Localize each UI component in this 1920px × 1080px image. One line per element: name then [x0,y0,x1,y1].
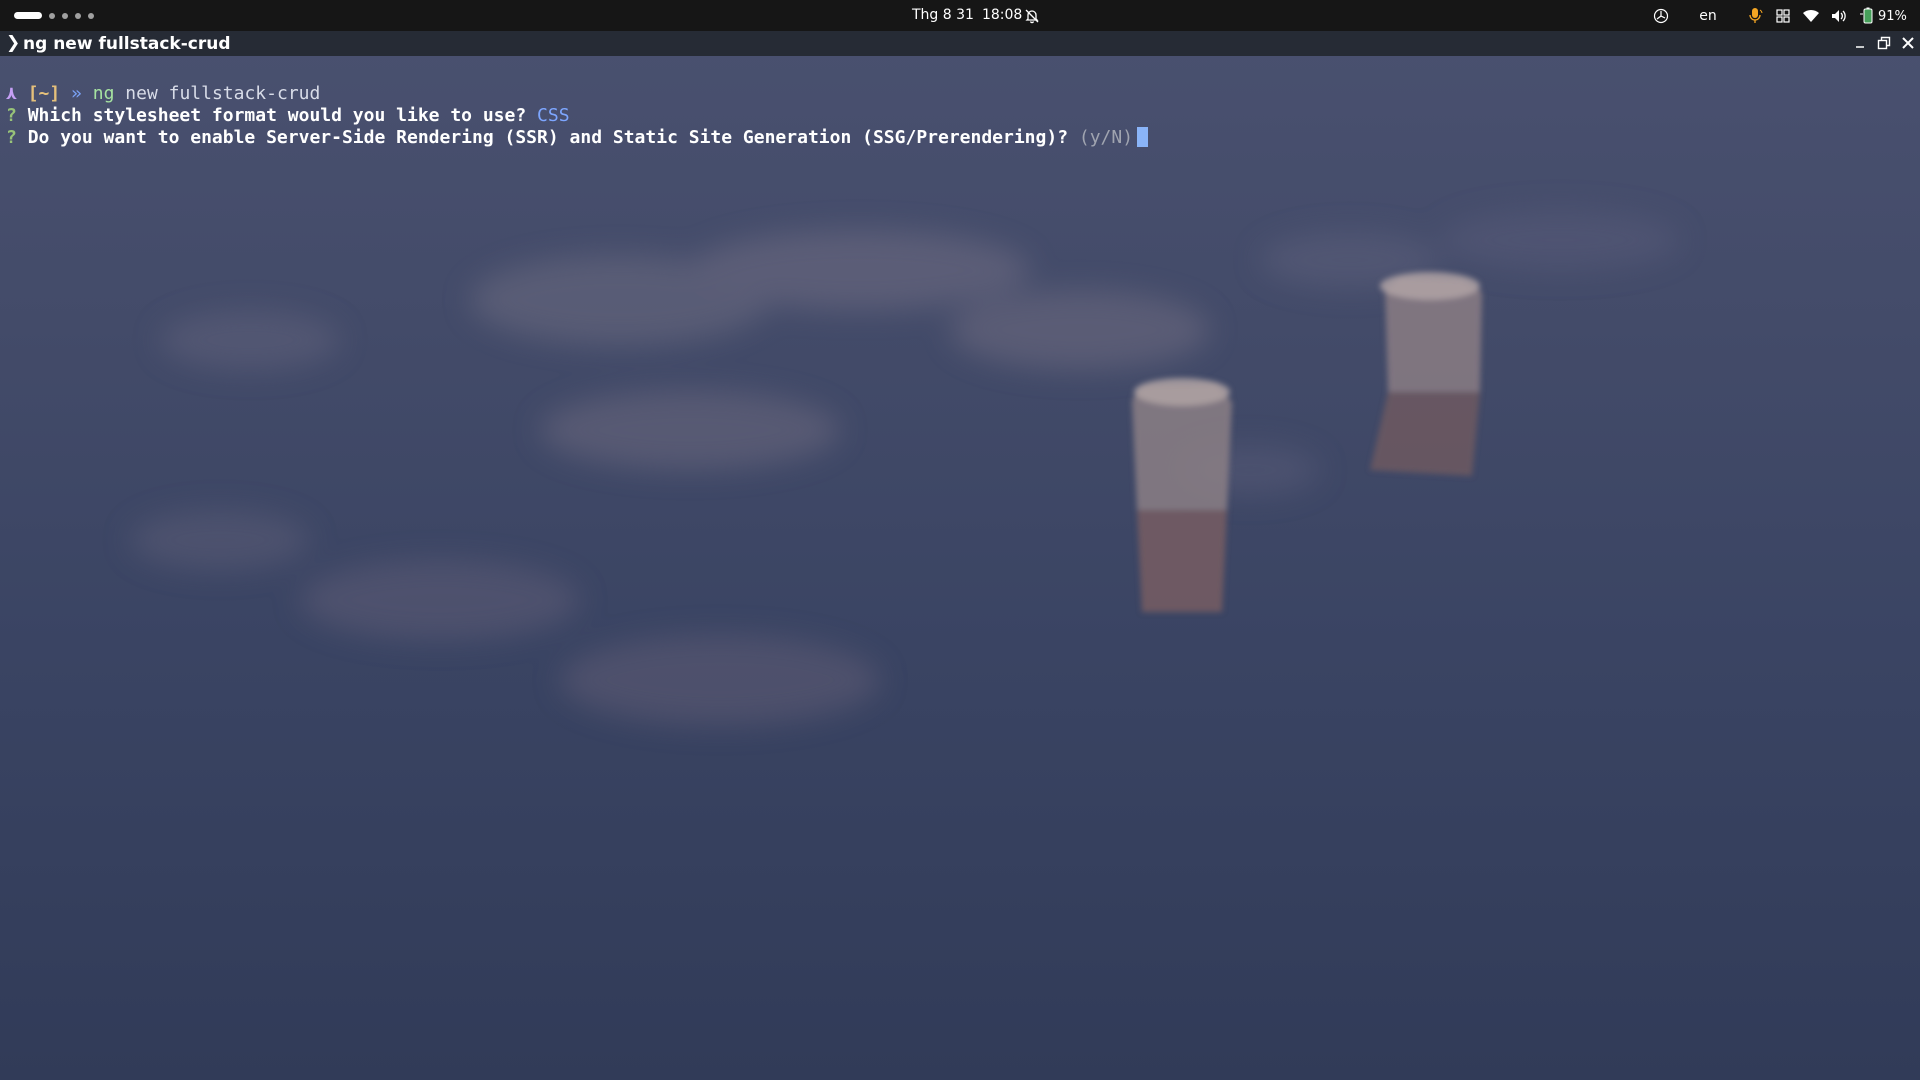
bell-off-icon[interactable] [1024,8,1040,24]
command-args: new fullstack-crud [125,83,321,104]
question-line: ? Which stylesheet format would you like… [6,105,570,127]
battery-percent: 91% [1878,8,1907,24]
text-cursor [1137,127,1149,147]
prompt-directory: [~] [27,83,61,104]
desktop: Thg 8 31 18:08 en 91% ❯ ng new fullstack… [0,0,1920,1080]
workspace-active[interactable] [14,12,42,19]
question-text: Do you want to enable Server-Side Render… [27,127,1069,148]
workspace-dot[interactable] [49,12,55,19]
prompt-symbol: ⋏ [6,83,17,104]
close-icon[interactable] [1899,34,1917,52]
microphone-icon[interactable] [1746,5,1764,27]
title-prompt-icon: ❯ [6,33,21,53]
workspace-dot[interactable] [62,12,68,19]
question-answer: CSS [537,105,570,126]
window-title: ng new fullstack-crud [23,34,231,54]
minimize-icon[interactable] [1851,34,1869,52]
question-hint: (y/N) [1078,127,1134,148]
workspace-indicator[interactable] [14,12,94,19]
volume-icon[interactable] [1829,5,1849,27]
language-indicator[interactable]: en [1696,5,1720,27]
battery-indicator[interactable]: 91% [1859,5,1913,27]
question-text: Which stylesheet format would you like t… [27,105,527,126]
workspace-dot[interactable] [88,12,94,19]
top-panel: Thg 8 31 18:08 en 91% [0,0,1920,31]
maximize-icon[interactable] [1875,34,1893,52]
wifi-icon[interactable] [1801,5,1821,27]
prompt-line: ⋏ [~] » ng new fullstack-crud [6,83,320,105]
prompt-arrow: » [71,83,82,104]
clock-date: Thg 8 31 [912,7,974,23]
command-name: ng [92,83,115,104]
grid-icon[interactable] [1774,5,1792,27]
clock-time: 18:08 [981,7,1023,23]
battery-charging-icon [1859,7,1875,25]
window-titlebar[interactable]: ❯ ng new fullstack-crud [0,31,1920,56]
question-line: ? Do you want to enable Server-Side Rend… [6,127,1149,149]
terminal[interactable]: ⋏ [~] » ng new fullstack-crud ? Which st… [0,56,1920,1080]
apps-icon[interactable] [1652,5,1670,27]
question-mark: ? [6,127,17,148]
workspace-dot[interactable] [75,12,81,19]
clock[interactable]: Thg 8 31 18:08 [912,7,1022,23]
question-mark: ? [6,105,17,126]
